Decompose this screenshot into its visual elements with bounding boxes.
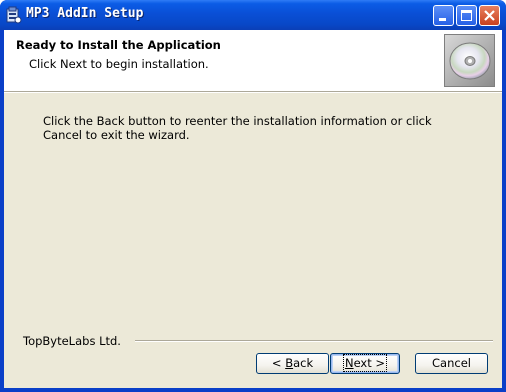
window-title: MP3 AddIn Setup bbox=[26, 6, 144, 21]
header-divider bbox=[4, 91, 502, 93]
cd-disc-icon bbox=[444, 34, 495, 87]
page-title: Ready to Install the Application bbox=[16, 38, 221, 52]
next-button-label: Next > bbox=[342, 354, 388, 372]
wizard-header-banner: Ready to Install the Application Click N… bbox=[4, 30, 502, 91]
setup-app-icon[interactable] bbox=[5, 6, 22, 24]
close-icon bbox=[484, 10, 495, 21]
maximize-icon bbox=[461, 10, 472, 21]
back-button[interactable]: < Back bbox=[256, 353, 329, 374]
instruction-text: Click the Back button to reenter the ins… bbox=[43, 114, 432, 142]
footer-divider bbox=[135, 340, 493, 342]
next-button[interactable]: Next > bbox=[330, 353, 400, 374]
dialog-client-area: Ready to Install the Application Click N… bbox=[4, 30, 502, 388]
close-button[interactable] bbox=[479, 5, 500, 26]
minimize-button[interactable] bbox=[433, 5, 454, 26]
cancel-button[interactable]: Cancel bbox=[415, 353, 488, 374]
vendor-label: TopByteLabs Ltd. bbox=[23, 334, 121, 348]
page-subtitle: Click Next to begin installation. bbox=[29, 57, 209, 71]
minimize-icon bbox=[439, 18, 446, 21]
setup-window: MP3 AddIn Setup Ready to Install the App… bbox=[0, 0, 506, 392]
title-bar[interactable]: MP3 AddIn Setup bbox=[0, 0, 506, 30]
maximize-button[interactable] bbox=[456, 5, 477, 26]
